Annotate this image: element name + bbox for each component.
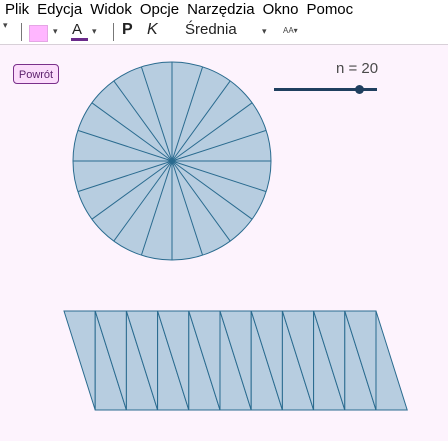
back-button[interactable]: Powrót (13, 64, 59, 84)
graphics-view (63, 61, 408, 411)
rearranged-sector (375, 310, 408, 411)
rearranged-sector (63, 310, 96, 411)
slider-knob[interactable] (354, 85, 364, 94)
rearranged-sectors (63, 310, 408, 411)
circle-of-sectors (72, 61, 272, 261)
slider-label: n = 20 (336, 60, 379, 77)
